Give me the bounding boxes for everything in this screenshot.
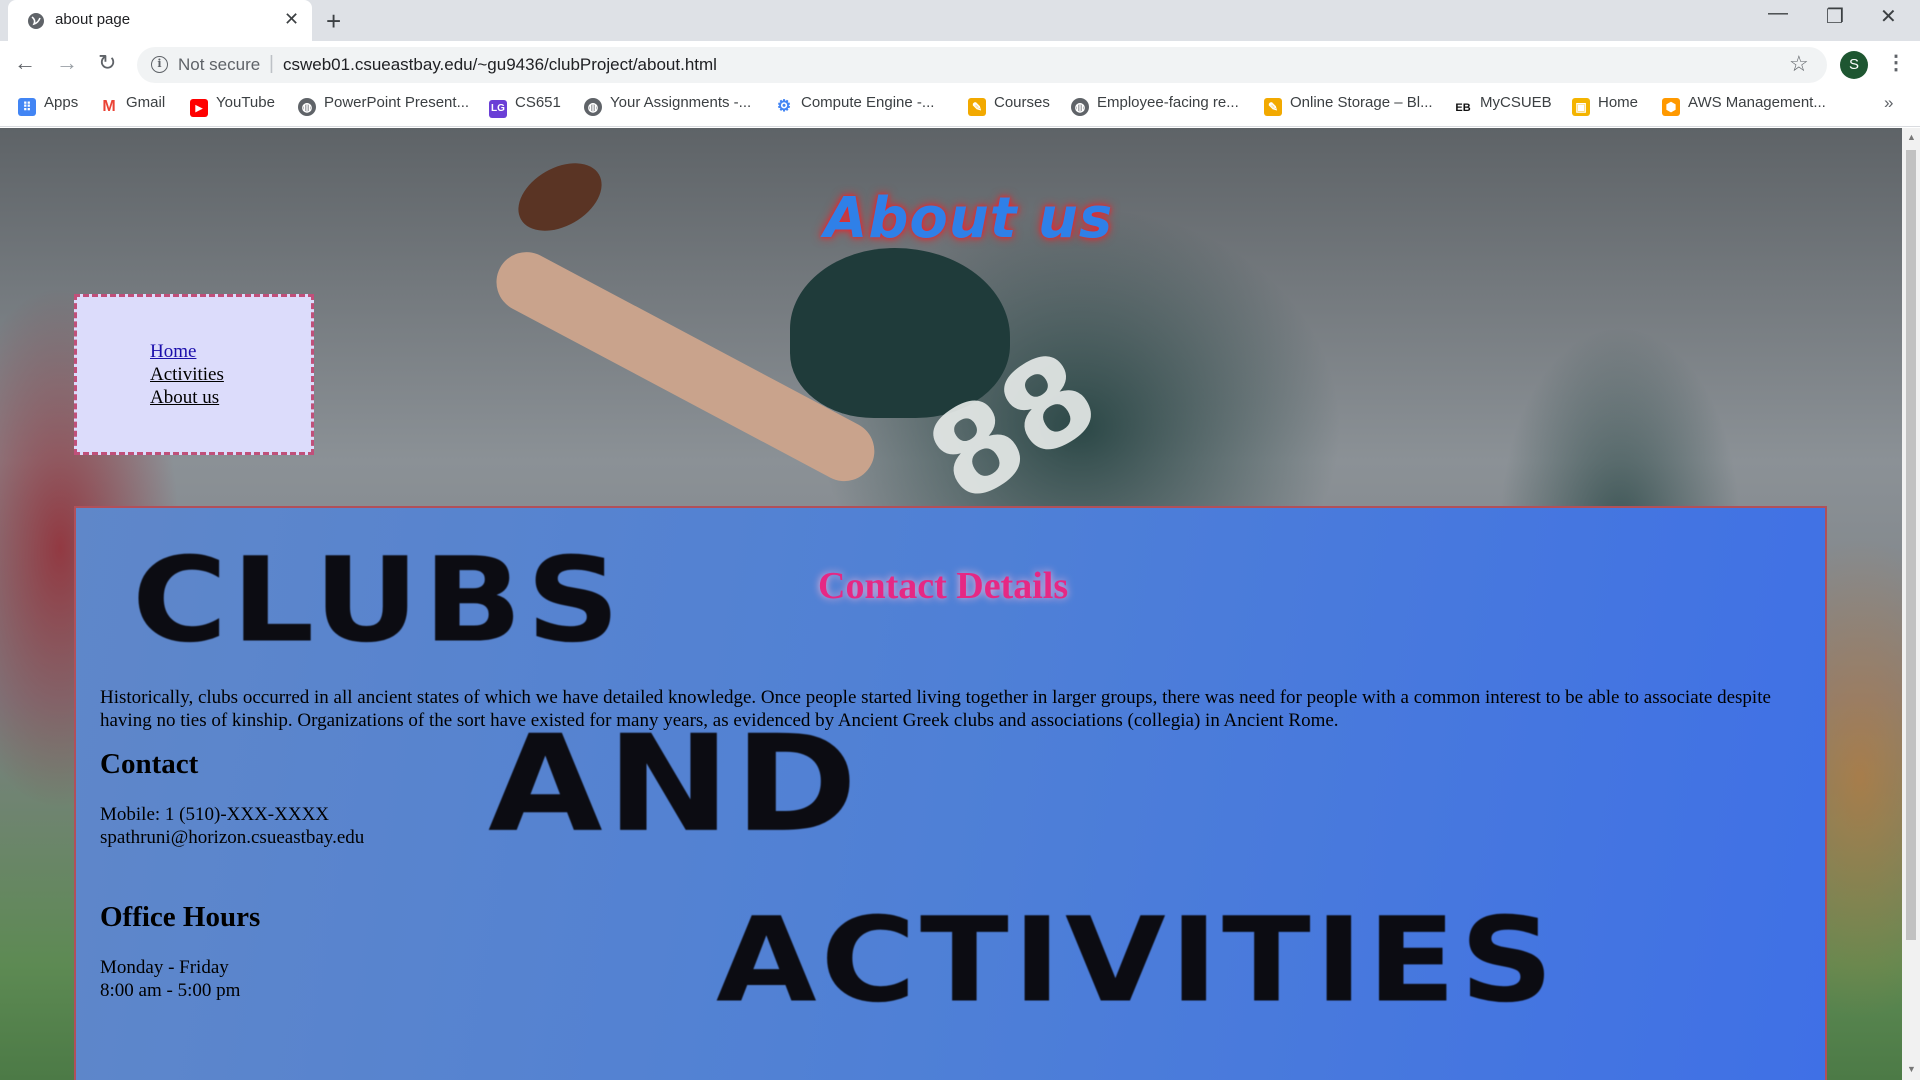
- aws-icon: ⬢: [1662, 98, 1680, 116]
- office-hours-heading: Office Hours: [100, 901, 261, 933]
- tab-strip: about page ✕ + — ❐ ✕: [0, 0, 1920, 41]
- bookmark-home[interactable]: ▣ Home: [1572, 94, 1638, 118]
- bookmark-label: MyCSUEB: [1480, 94, 1552, 111]
- bookmark-assignments[interactable]: ◍ Your Assignments -...: [584, 94, 751, 118]
- bookmark-star-icon[interactable]: ☆: [1789, 51, 1809, 77]
- mobile-number: Mobile: 1 (510)-XXX-XXXX: [100, 804, 330, 825]
- bookmark-cs651[interactable]: LG CS651: [489, 94, 561, 118]
- logo-word-clubs: CLUBS: [132, 531, 624, 669]
- history-paragraph: Historically, clubs occurred in all anci…: [100, 687, 1771, 731]
- hero-football: [506, 149, 614, 245]
- home-cube-icon: ▣: [1572, 98, 1590, 116]
- bookmark-employee[interactable]: ◍ Employee-facing re...: [1071, 94, 1239, 118]
- profile-avatar[interactable]: S: [1840, 51, 1868, 79]
- bookmark-label: YouTube: [216, 94, 275, 111]
- bookmark-label: Gmail: [126, 94, 166, 111]
- forward-arrow-icon[interactable]: →: [56, 50, 78, 76]
- logo-word-activities: ACTIVITIES: [716, 891, 1558, 1029]
- contact-details-title: Contact Details: [818, 565, 1069, 607]
- contact-info: Mobile: 1 (510)-XXX-XXXX spathruni@horiz…: [100, 803, 364, 849]
- scrollbar-thumb[interactable]: [1906, 150, 1916, 940]
- more-bookmarks-icon[interactable]: »: [1884, 93, 1893, 113]
- page-title: About us: [824, 186, 1114, 251]
- globe-icon: ◍: [298, 98, 316, 116]
- nav-link-about[interactable]: About us: [150, 386, 224, 409]
- compute-engine-icon: ⚙: [775, 98, 793, 116]
- bookmark-aws[interactable]: ⬢ AWS Management...: [1662, 94, 1826, 118]
- globe-icon: ◍: [1071, 98, 1089, 116]
- page-viewport: 88 About us Home Activities About us CLU…: [0, 128, 1902, 1080]
- reload-icon[interactable]: ↻: [98, 50, 116, 76]
- bookmark-label: PowerPoint Present...: [324, 94, 470, 111]
- apps-grid-icon: ⠿: [18, 98, 36, 116]
- nav-link-home[interactable]: Home: [150, 340, 224, 363]
- office-time: 8:00 am - 5:00 pm: [100, 980, 241, 1001]
- back-arrow-icon[interactable]: ←: [14, 50, 36, 76]
- globe-icon: ◍: [584, 98, 602, 116]
- bookmark-courses[interactable]: ✎ Courses: [968, 94, 1050, 118]
- contact-heading: Contact: [100, 748, 199, 780]
- storage-icon: ✎: [1264, 98, 1282, 116]
- bookmark-label: Home: [1598, 94, 1639, 111]
- bookmark-label: AWS Management...: [1688, 94, 1826, 111]
- eb-icon: EB: [1454, 99, 1472, 117]
- scroll-down-icon[interactable]: ▼: [1907, 1064, 1916, 1074]
- address-bar[interactable]: i Not secure | csweb01.csueastbay.edu/~g…: [137, 47, 1827, 83]
- browser-menu-icon[interactable]: ⋮: [1886, 50, 1906, 75]
- nav-link-activities[interactable]: Activities: [150, 363, 224, 386]
- bookmark-gmail[interactable]: M Gmail: [100, 94, 165, 118]
- scroll-up-icon[interactable]: ▲: [1907, 132, 1916, 142]
- gmail-icon: M: [100, 98, 118, 116]
- security-label: Not secure: [178, 55, 261, 74]
- cs651-icon: LG: [489, 100, 507, 118]
- bookmark-mycsueb[interactable]: EB MyCSUEB: [1454, 94, 1552, 118]
- minimize-window-icon[interactable]: —: [1768, 2, 1788, 25]
- page-scrollbar[interactable]: ▲ ▼: [1902, 128, 1920, 1080]
- bookmark-label: Apps: [44, 94, 79, 111]
- tab-title: about page: [55, 11, 131, 28]
- bookmark-label: CS651: [515, 94, 561, 111]
- nav-list: Home Activities About us: [150, 340, 224, 409]
- bookmark-label: Compute Engine -...: [801, 94, 935, 111]
- url-text[interactable]: csweb01.csueastbay.edu/~gu9436/clubProje…: [283, 55, 717, 75]
- youtube-icon: ▶: [190, 99, 208, 117]
- content-panel: CLUBS AND ACTIVITIES Contact Details His…: [74, 506, 1827, 1080]
- bookmark-online-storage[interactable]: ✎ Online Storage – Bl...: [1264, 94, 1433, 118]
- address-separator: |: [269, 53, 274, 74]
- site-nav-box: Home Activities About us: [74, 294, 314, 455]
- courses-icon: ✎: [968, 98, 986, 116]
- restore-window-icon[interactable]: ❐: [1826, 4, 1844, 29]
- bookmark-apps[interactable]: ⠿ Apps: [18, 94, 78, 118]
- bookmark-powerpoint[interactable]: ◍ PowerPoint Present...: [298, 94, 469, 118]
- office-days: Monday - Friday: [100, 957, 229, 978]
- bookmark-youtube[interactable]: ▶ YouTube: [190, 94, 275, 118]
- tab-about-page[interactable]: about page ✕: [8, 0, 312, 41]
- office-hours-info: Monday - Friday 8:00 am - 5:00 pm: [100, 956, 240, 1002]
- new-tab-button[interactable]: +: [326, 6, 341, 37]
- bookmark-label: Employee-facing re...: [1097, 94, 1239, 111]
- info-icon[interactable]: i: [151, 56, 168, 73]
- bookmark-label: Your Assignments -...: [610, 94, 752, 111]
- close-window-icon[interactable]: ✕: [1880, 4, 1897, 29]
- bookmark-label: Online Storage – Bl...: [1290, 94, 1433, 111]
- tab-close-icon[interactable]: ✕: [284, 9, 299, 30]
- email-address: spathruni@horizon.csueastbay.edu: [100, 827, 365, 848]
- globe-icon: [28, 13, 44, 29]
- bookmark-label: Courses: [994, 94, 1050, 111]
- bookmark-compute-engine[interactable]: ⚙ Compute Engine -...: [775, 94, 934, 118]
